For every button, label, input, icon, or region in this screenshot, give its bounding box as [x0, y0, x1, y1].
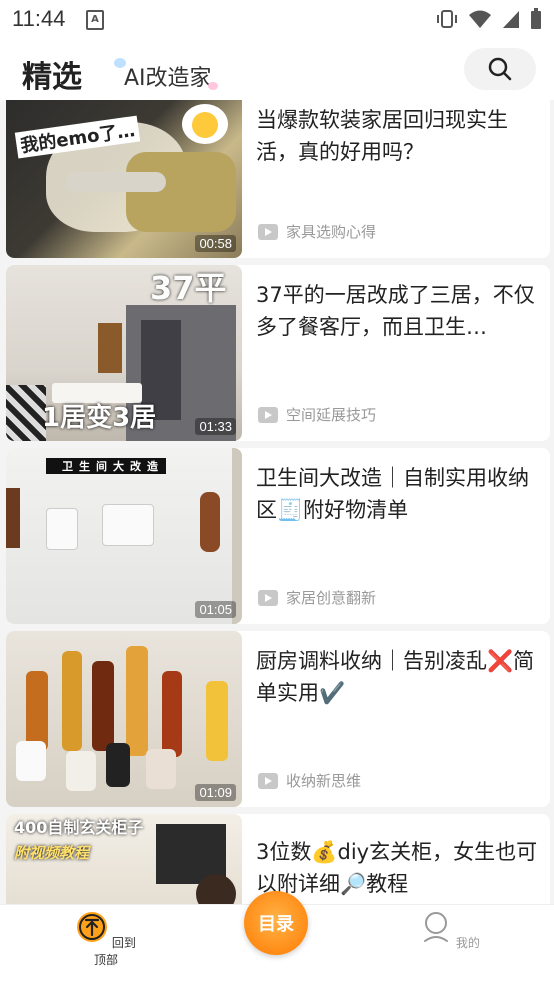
vibrate-icon — [437, 10, 457, 28]
user-icon — [424, 912, 449, 942]
video-duration: 01:33 — [195, 418, 236, 435]
card-title[interactable]: 当爆款软装家居回归现实生活，真的好用吗？ — [256, 104, 540, 168]
thumbnail-caption-area: 37平 — [150, 269, 227, 307]
catalog-button[interactable]: 目录 — [244, 891, 308, 955]
video-duration: 00:58 — [195, 235, 236, 252]
thumbnail-caption: 卫生间大改造 — [62, 460, 164, 473]
tab-ai-renovator[interactable]: AI改造家 — [114, 58, 218, 92]
wifi-icon — [469, 10, 491, 28]
card-title[interactable]: 卫生间大改造｜自制实用收纳区🧾附好物清单 — [256, 462, 540, 526]
bottom-nav: 回到顶部 目录 我的 — [0, 891, 554, 985]
top-header: 精选 AI改造家 — [0, 38, 554, 100]
status-time: 11:44 — [12, 6, 66, 31]
card-title[interactable]: 3位数💰diy玄关柜，女生也可以附详细🔎教程 — [256, 836, 540, 900]
thumbnail-caption-sub: 附视频教程 — [14, 844, 90, 862]
video-duration: 01:09 — [195, 784, 236, 801]
list-item[interactable]: 01:09 厨房调料收纳｜告别凌乱❌简单实用✔️ 收纳新思维 — [6, 631, 550, 807]
notification-icon: A — [86, 10, 104, 30]
nav-me[interactable]: 我的 — [420, 911, 480, 951]
video-thumbnail[interactable]: 01:09 — [6, 631, 242, 807]
search-button[interactable] — [464, 48, 536, 90]
video-icon — [258, 589, 278, 606]
me-label: 我的 — [455, 936, 480, 950]
card-title[interactable]: 厨房调料收纳｜告别凌乱❌简单实用✔️ — [256, 645, 540, 709]
arrow-up-circle-icon — [77, 912, 108, 942]
card-category[interactable]: 家具选购心得 — [258, 221, 376, 242]
category-label: 家居创意翻新 — [286, 589, 377, 607]
card-category[interactable]: 收纳新思维 — [258, 770, 361, 791]
video-icon — [258, 406, 278, 423]
thumbnail-caption: 1居变3居 — [42, 403, 157, 433]
back-to-top-button[interactable]: 回到顶部 — [76, 911, 136, 968]
card-category[interactable]: 家居创意翻新 — [258, 587, 376, 608]
card-title[interactable]: 37平的一居改成了三居，不仅多了餐客厅，而且卫生… — [256, 279, 540, 343]
feed-list[interactable]: 我的emo了… 00:58 当爆款软装家居回归现实生活，真的好用吗？ 家具选购心… — [0, 100, 554, 904]
list-item[interactable]: 37平 1居变3居 01:33 37平的一居改成了三居，不仅多了餐客厅，而且卫生… — [6, 265, 550, 441]
video-duration: 01:05 — [195, 601, 236, 618]
list-item[interactable]: 卫生间大改造 01:05 卫生间大改造｜自制实用收纳区🧾附好物清单 家居创意翻新 — [6, 448, 550, 624]
video-icon — [258, 223, 278, 240]
video-thumbnail[interactable]: 37平 1居变3居 01:33 — [6, 265, 242, 441]
battery-icon — [531, 8, 541, 29]
list-item[interactable]: 我的emo了… 00:58 当爆款软装家居回归现实生活，真的好用吗？ 家具选购心… — [6, 100, 550, 258]
category-label: 收纳新思维 — [286, 772, 362, 790]
video-thumbnail[interactable]: 我的emo了… 00:58 — [6, 100, 242, 258]
search-icon — [488, 57, 512, 81]
status-icons — [436, 8, 542, 30]
tab-featured[interactable]: 精选 — [22, 52, 82, 96]
catalog-label: 目录 — [258, 914, 294, 935]
video-icon — [258, 772, 278, 789]
signal-icon — [503, 11, 519, 28]
thumbnail-caption: 400自制玄关柜子 — [14, 818, 144, 837]
video-thumbnail[interactable]: 卫生间大改造 01:05 — [6, 448, 242, 624]
status-bar: 11:44 A — [0, 0, 554, 38]
video-thumbnail[interactable]: 400自制玄关柜子 附视频教程 — [6, 814, 242, 904]
card-category[interactable]: 空间延展技巧 — [258, 404, 376, 425]
category-label: 空间延展技巧 — [286, 406, 377, 424]
category-label: 家具选购心得 — [286, 223, 377, 241]
